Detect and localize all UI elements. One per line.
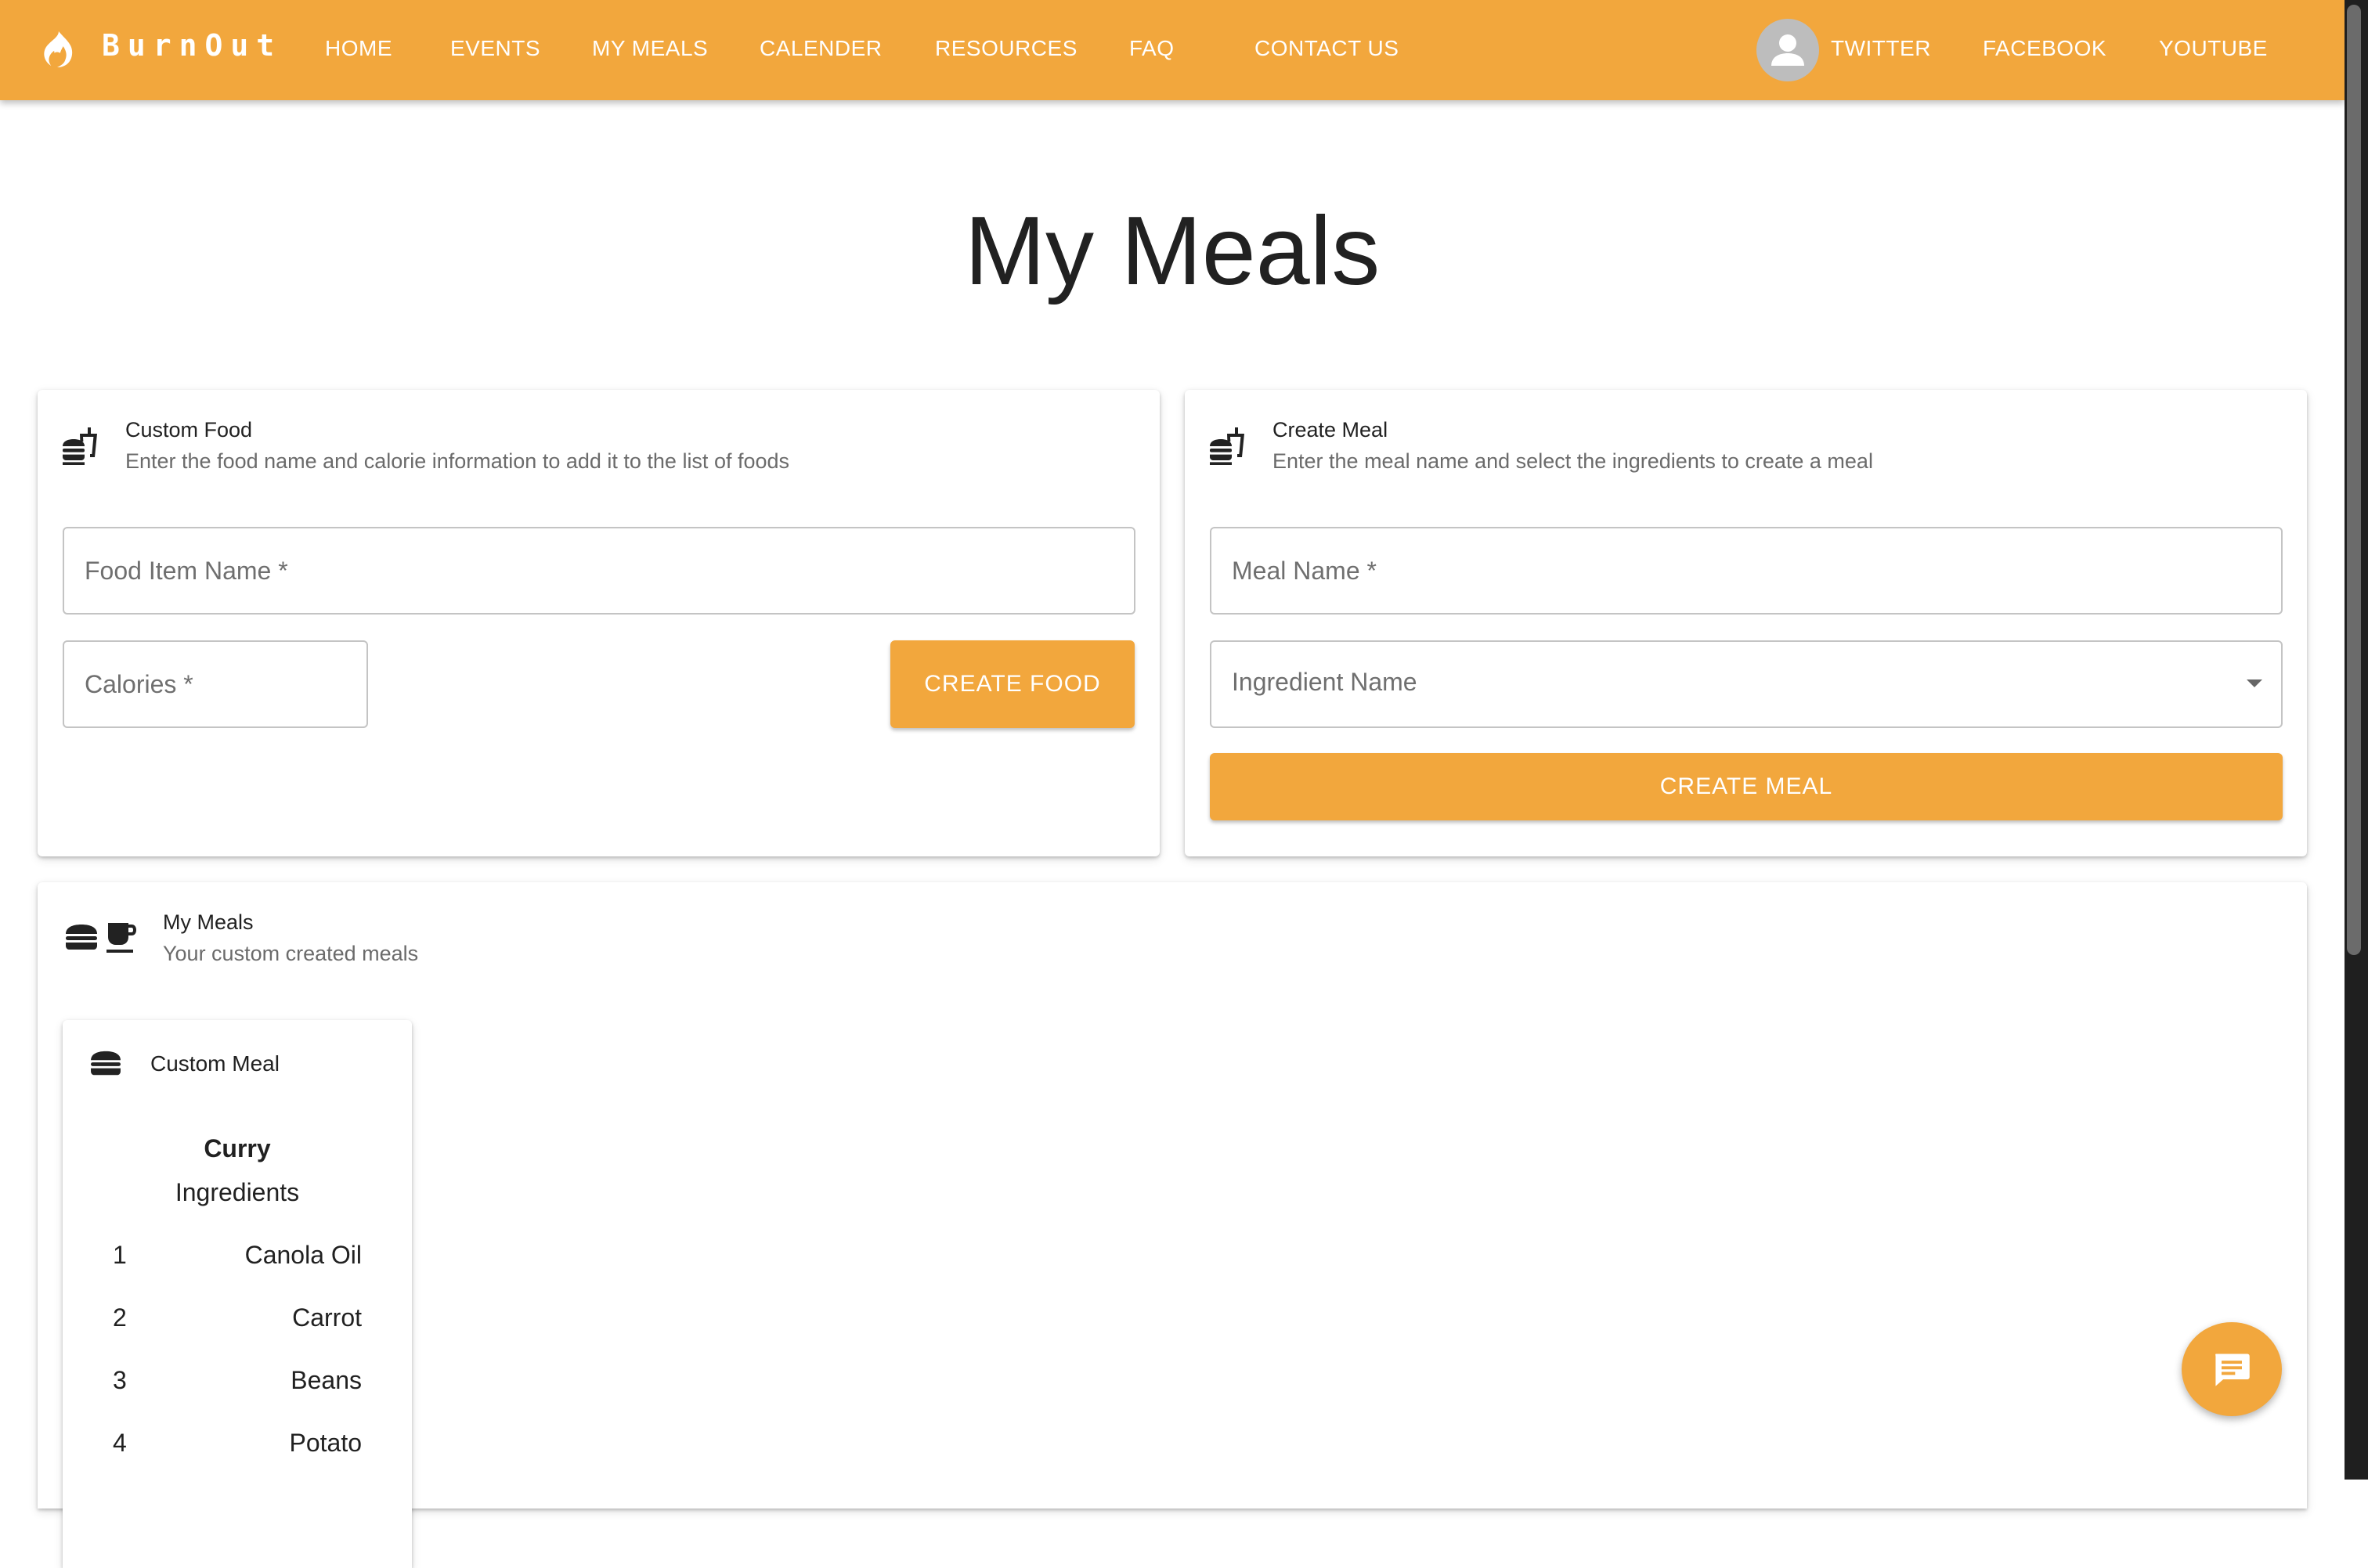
ingredient-select-placeholder: Ingredient Name xyxy=(1232,668,1417,696)
app-bar: BurnOut HOME EVENTS MY MEALS CALENDER RE… xyxy=(0,0,2345,100)
nav-home[interactable]: HOME xyxy=(325,36,392,61)
create-meal-title: Create Meal xyxy=(1272,418,1388,442)
meal-name-field xyxy=(1210,527,2283,615)
chat-icon xyxy=(2215,1354,2250,1386)
food-item-name-input[interactable] xyxy=(64,528,1134,613)
ingredient-number: 4 xyxy=(113,1429,127,1457)
nav-events[interactable]: EVENTS xyxy=(450,36,540,61)
ingredient-number: 2 xyxy=(113,1303,127,1332)
ingredient-select[interactable]: Ingredient Name xyxy=(1210,640,2283,728)
scrollbar-thumb[interactable] xyxy=(2347,5,2361,955)
chat-button[interactable] xyxy=(2182,1322,2282,1416)
ingredient-number: 1 xyxy=(113,1241,127,1269)
nav-my-meals[interactable]: MY MEALS xyxy=(592,36,708,61)
calories-input[interactable] xyxy=(64,642,366,726)
my-meals-title: My Meals xyxy=(163,910,254,934)
nav-faq[interactable]: FAQ xyxy=(1129,36,1175,61)
meal-card-label: Custom Meal xyxy=(150,1051,280,1076)
create-meal-button[interactable]: CREATE MEAL xyxy=(1210,753,2283,820)
nav-twitter[interactable]: TWITTER xyxy=(1831,36,1931,61)
flame-icon[interactable] xyxy=(39,30,75,69)
burger-icon xyxy=(91,1051,121,1076)
meal-name-input[interactable] xyxy=(1211,528,2281,613)
ingredient-name: Beans xyxy=(291,1366,362,1394)
ingredient-name: Potato xyxy=(289,1429,362,1457)
my-meals-subtitle: Your custom created meals xyxy=(163,942,419,965)
create-meal-card: Create Meal Enter the meal name and sele… xyxy=(1185,390,2307,856)
coffee-cup-icon xyxy=(106,923,136,953)
burger-icon xyxy=(66,925,97,950)
ingredient-name: Carrot xyxy=(292,1303,362,1332)
nav-youtube[interactable]: YOUTUBE xyxy=(2159,36,2268,61)
calories-field xyxy=(63,640,368,728)
nav-calender[interactable]: CALENDER xyxy=(760,36,882,61)
dropdown-arrow-icon xyxy=(2247,679,2262,687)
custom-food-subtitle: Enter the food name and calorie informat… xyxy=(125,449,790,473)
fastfood-icon xyxy=(63,427,97,465)
nav-facebook[interactable]: FACEBOOK xyxy=(1983,36,2106,61)
create-food-button[interactable]: CREATE FOOD xyxy=(890,640,1135,728)
ingredient-name: Canola Oil xyxy=(244,1241,362,1269)
custom-food-card: Custom Food Enter the food name and calo… xyxy=(38,390,1160,856)
meal-card[interactable]: Custom Meal Curry Ingredients 1 Canola O… xyxy=(63,1020,412,1568)
my-meals-card: My Meals Your custom created meals Custo… xyxy=(38,882,2307,1568)
custom-food-title: Custom Food xyxy=(125,418,253,442)
food-item-name-field xyxy=(63,527,1135,615)
nav-resources[interactable]: RESOURCES xyxy=(935,36,1078,61)
create-meal-subtitle: Enter the meal name and select the ingre… xyxy=(1272,449,1873,473)
person-icon xyxy=(1771,34,1804,66)
nav-contact-us[interactable]: CONTACT US xyxy=(1254,36,1399,61)
page-title: My Meals xyxy=(964,197,1381,305)
brand-logo[interactable]: BurnOut xyxy=(102,28,282,63)
ingredients-heading: Ingredients xyxy=(175,1178,300,1206)
ingredient-number: 3 xyxy=(113,1366,127,1394)
fastfood-icon xyxy=(1210,427,1244,465)
avatar[interactable] xyxy=(1756,19,1819,81)
meal-name: Curry xyxy=(204,1134,271,1162)
